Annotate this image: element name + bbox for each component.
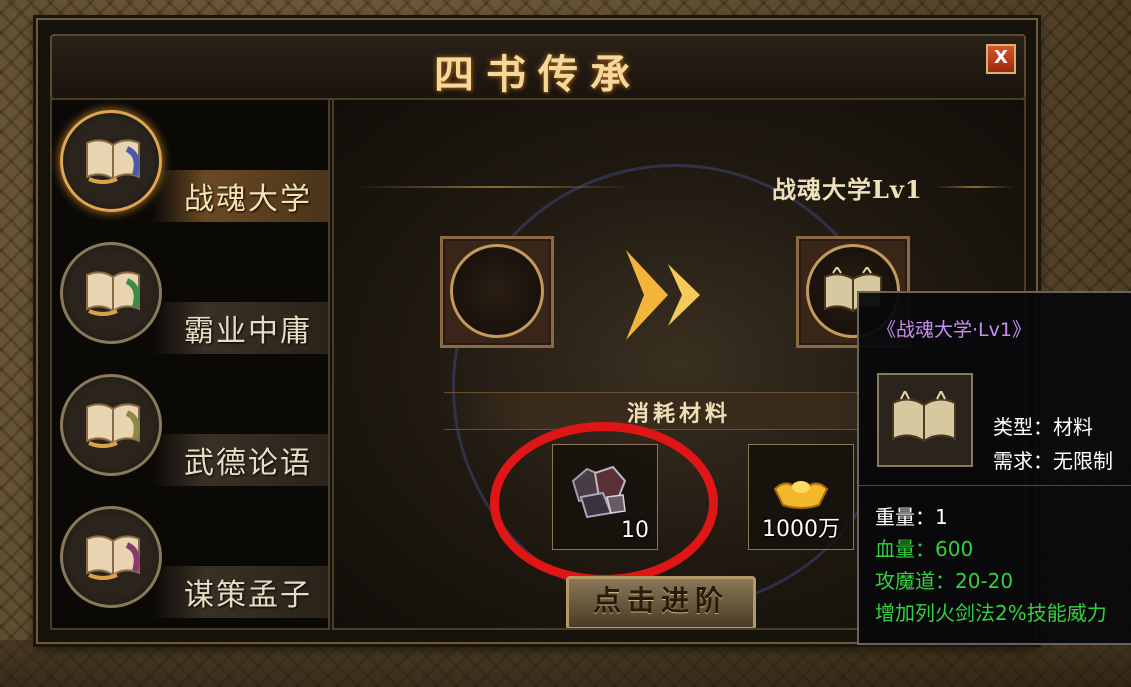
tooltip-divider xyxy=(859,485,1131,486)
sidebar-item-mouce-mengzi[interactable]: 谋策孟子 xyxy=(52,496,328,624)
sidebar-item-label: 霸业中庸 xyxy=(184,314,312,349)
sidebar-item-wude-lunyu[interactable]: 武德论语 xyxy=(52,364,328,492)
tooltip-requirement: 需求：无限制 xyxy=(993,449,1113,473)
decorative-divider xyxy=(934,186,1014,188)
sidebar-item-label: 武德论语 xyxy=(184,446,312,481)
tooltip-hp: 血量：600 xyxy=(875,537,974,561)
sidebar-item-zhanhun-daxue[interactable]: 战魂大学 xyxy=(52,100,328,228)
tooltip-bonus: 增加列火剑法2%技能威力 xyxy=(875,601,1107,625)
material-slot-gold[interactable]: 1000万 xyxy=(748,444,854,550)
open-book-icon xyxy=(892,391,956,443)
tooltip-title: 《战魂大学·Lv1》 xyxy=(877,319,1031,341)
tooltip-type: 类型：材料 xyxy=(993,415,1093,439)
window-title: 四书传承 xyxy=(434,51,642,98)
materials-label: 消耗材料 xyxy=(626,402,731,427)
upgrade-arrow-icon xyxy=(626,250,700,340)
item-tooltip: 《战魂大学·Lv1》 类型：材料 需求：无限制 重量：1 血量：600 攻魔道：… xyxy=(857,291,1131,645)
decorative-divider xyxy=(354,186,634,188)
tooltip-attack: 攻魔道：20-20 xyxy=(875,569,1014,593)
close-button[interactable]: X xyxy=(986,44,1016,74)
book-medallion xyxy=(60,506,162,608)
sidebar-item-baye-zhongyong[interactable]: 霸业中庸 xyxy=(52,232,328,360)
book-medallion xyxy=(60,242,162,344)
highlight-circle xyxy=(490,422,718,584)
materials-header: 消耗材料 xyxy=(444,392,914,430)
tooltip-weight: 重量：1 xyxy=(875,505,948,529)
title-bar: 四书传承 X xyxy=(50,34,1026,100)
target-level-title: 战魂大学Lv1 xyxy=(772,175,923,204)
book-sidebar: 战魂大学 霸业中庸 武德论语 谋策孟子 xyxy=(50,98,330,630)
material-quantity: 1000万 xyxy=(762,517,840,542)
book-medallion xyxy=(60,110,162,212)
gold-ingot-icon xyxy=(773,481,829,509)
advance-button[interactable]: 点击进阶 xyxy=(566,576,756,628)
empty-slot-ring xyxy=(450,244,544,338)
scroll-book-icon xyxy=(86,403,140,448)
scroll-book-icon xyxy=(86,271,140,316)
current-book-slot[interactable] xyxy=(440,236,554,348)
game-background-bottom xyxy=(0,640,1131,687)
scroll-book-icon xyxy=(86,139,140,184)
tooltip-item-icon xyxy=(877,373,973,467)
scroll-book-icon xyxy=(86,535,140,580)
book-medallion xyxy=(60,374,162,476)
sidebar-item-label: 谋策孟子 xyxy=(184,578,312,613)
sidebar-item-label: 战魂大学 xyxy=(184,182,312,217)
